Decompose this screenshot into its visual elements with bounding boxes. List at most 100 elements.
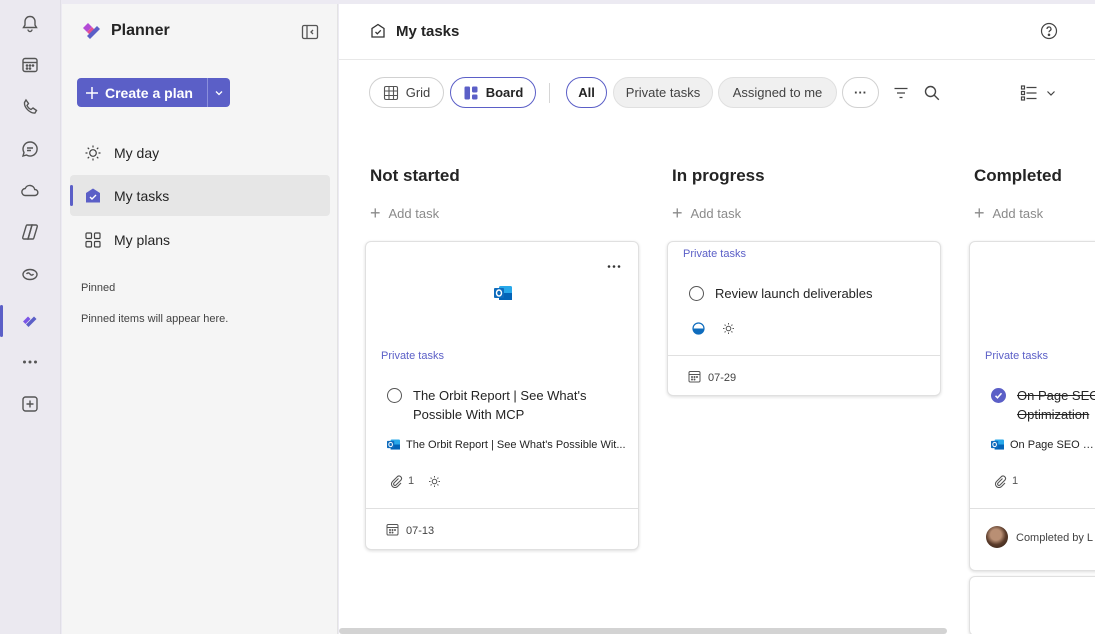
card-footer: Completed by L [970,508,1095,570]
nav-item-my-day[interactable]: My day [70,132,330,173]
attachment-link[interactable]: On Page SEO Che [1010,439,1095,451]
column-title-completed: Completed [974,166,1062,185]
app-rail [0,0,61,634]
attachment-count: 1 [1012,475,1019,487]
page-title: My tasks [396,23,460,40]
planner-icon[interactable] [18,309,42,333]
filter-icon[interactable] [892,84,910,102]
attachment-link[interactable]: The Orbit Report | See What's Possible W… [406,439,628,451]
nav-label: My day [114,144,160,161]
outlook-icon [494,286,512,300]
plan-name: Private tasks [381,350,444,362]
in-progress-half-icon [692,322,705,335]
my-day-sun-icon [722,322,735,335]
add-task-button-completed[interactable]: + Add task [974,204,1043,222]
calendar-icon [386,523,399,536]
calendar-icon[interactable] [18,53,42,77]
due-date: 07-13 [406,525,435,537]
grid-icon [85,231,101,248]
filter-assigned-label: Assigned to me [732,85,823,100]
view-grid-button[interactable]: Grid [369,77,444,108]
app-name: Planner [111,22,170,39]
filter-private-tasks-button[interactable]: Private tasks [613,77,713,108]
attachment-count: 1 [408,475,415,487]
outlook-icon [991,439,1004,450]
outlook-icon [387,439,400,450]
header: My tasks [339,4,1095,60]
planner-logo-icon [83,23,100,39]
search-icon[interactable] [923,84,941,102]
column-title-in-progress: In progress [672,166,765,185]
more-filters-button[interactable]: ··· [842,77,879,108]
filter-assigned-to-me-button[interactable]: Assigned to me [718,77,837,108]
my-day-sun-icon [428,475,441,488]
add-task-label: Add task [992,205,1044,221]
my-tasks-outline-icon [370,23,386,39]
bell-icon[interactable] [18,12,42,36]
due-date: 07-29 [708,372,737,384]
card-more-icon[interactable] [606,260,622,273]
filter-all-button[interactable]: All [566,77,607,108]
plan-name: Private tasks [683,248,746,260]
create-plan-dropdown[interactable] [207,78,230,107]
table-icon [383,85,398,100]
create-plan-button[interactable]: Create a plan [77,78,208,107]
add-task-label: Add task [690,205,742,221]
chat-icon[interactable] [18,137,42,161]
sun-icon [85,145,101,160]
help-icon[interactable] [1040,22,1058,40]
toolbar-divider [549,83,550,103]
task-title: On Page SEO Optimization [1017,388,1095,422]
collapse-sidebar-icon[interactable] [301,24,319,40]
main-content: My tasks Grid Board All Private tasks As… [339,4,1095,634]
rail-active-indicator [0,305,3,337]
task-card[interactable]: Private tasks Review launch deliverables… [667,241,941,396]
nav-item-my-tasks[interactable]: My tasks [70,175,330,216]
complete-task-checkbox[interactable] [689,286,704,301]
view-grid-label: Grid [405,85,431,100]
add-app-icon[interactable] [18,392,42,416]
toolbar: Grid Board All Private tasks Assigned to… [369,77,1069,109]
pinned-heading: Pinned [81,282,116,294]
copilot-icon[interactable] [18,220,42,244]
more-filters-label: ··· [854,85,867,100]
task-title: The Orbit Report | See What's Possible W… [413,388,587,422]
completed-by: Completed by L [1016,532,1094,544]
chevron-down-icon [215,90,223,95]
cloud-icon[interactable] [18,178,42,202]
complete-task-checkbox[interactable] [387,388,402,403]
create-plan-split-button: Create a plan [77,78,230,107]
nav-item-my-plans[interactable]: My plans [70,219,330,260]
phone-icon[interactable] [18,95,42,119]
nav-label: My tasks [114,187,170,204]
task-card[interactable] [969,576,1095,634]
view-board-button[interactable]: Board [450,77,536,108]
task-card[interactable]: Private tasks On Page SEO Optimization O… [969,241,1095,571]
completed-check-icon[interactable] [991,388,1006,403]
add-task-button-not-started[interactable]: + Add task [370,204,439,222]
create-plan-label: Create a plan [105,84,193,101]
horizontal-scrollbar[interactable] [339,628,947,634]
card-footer: 07-29 [668,355,940,395]
column-title-not-started: Not started [370,166,460,185]
plus-icon [86,86,98,99]
viva-icon[interactable] [18,262,42,286]
board-icon [464,86,478,99]
pinned-empty-text: Pinned items will appear here. [81,313,229,325]
group-by-list-icon[interactable] [1020,84,1038,102]
sidebar: Planner Create a plan My day My tasks My… [62,4,338,634]
add-task-label: Add task [388,205,440,221]
task-card[interactable]: Private tasks The Orbit Report | See Wha… [365,241,639,550]
card-footer: 07-13 [366,508,638,549]
avatar [986,526,1008,548]
chevron-down-icon[interactable] [1045,84,1057,102]
filter-private-label: Private tasks [625,85,701,100]
plus-icon: + [370,203,381,223]
paperclip-icon [390,475,403,489]
my-tasks-icon [86,188,100,202]
add-task-button-in-progress[interactable]: + Add task [672,204,741,222]
filter-all-label: All [578,85,595,100]
calendar-icon [688,370,701,383]
plus-icon: + [672,203,683,223]
more-icon[interactable] [18,350,42,374]
